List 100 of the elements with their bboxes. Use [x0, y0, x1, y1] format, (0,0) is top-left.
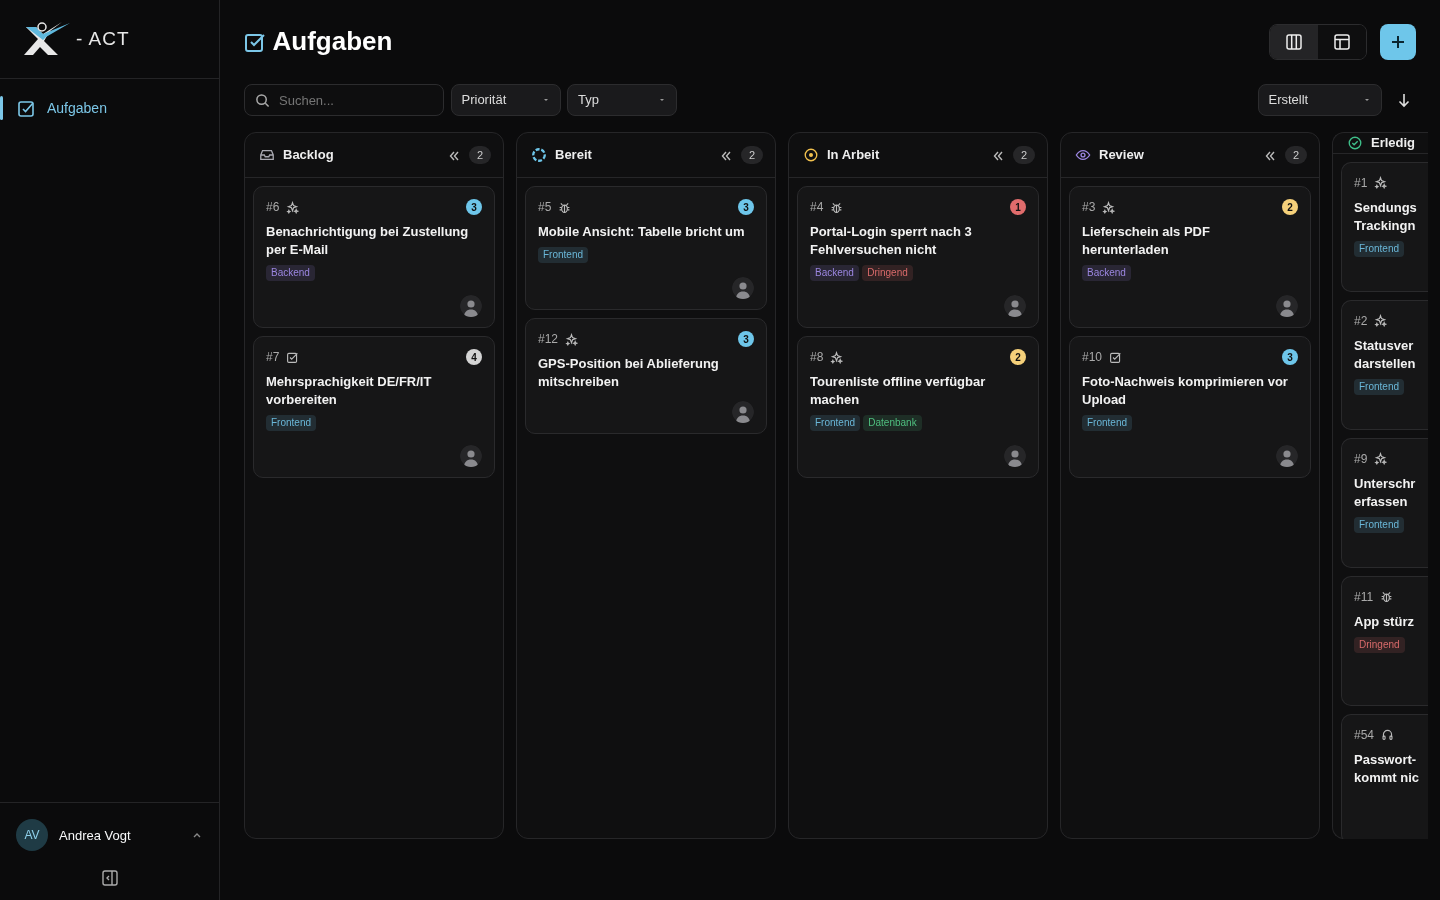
task-id: #9	[1354, 450, 1368, 468]
plus-icon	[1390, 34, 1406, 50]
bug-icon	[1379, 590, 1393, 603]
task-card[interactable]: #54 Passwort- kommt nic	[1341, 713, 1428, 839]
checkbox-icon	[285, 350, 299, 364]
tag-label: Frontend	[266, 415, 317, 431]
checkbox-icon	[1108, 350, 1122, 364]
bug-icon	[829, 200, 843, 214]
task-id: #1	[1354, 174, 1368, 192]
task-card[interactable]: #9 Unterschr erfassen Frontend	[1341, 437, 1428, 568]
tag-label: Backend	[266, 265, 315, 281]
task-title: App stürz	[1354, 612, 1415, 631]
tag-label: Frontend	[810, 415, 861, 431]
avatar-icon	[1276, 295, 1298, 317]
task-title: Passwort- kommt nic	[1354, 750, 1420, 787]
task-card[interactable]: #12 3 GPS-Position bei Ablieferung mitschreiben	[525, 318, 767, 434]
nav-item[interactable]: Aufgaben	[0, 93, 219, 123]
task-title: Benachrichtigung bei Zustellung per E-Mail	[266, 223, 470, 259]
priority-badge: 3	[1282, 349, 1298, 365]
task-title: Mobile Ansicht: Tabelle bricht um	[538, 223, 746, 241]
sparkle-icon	[829, 350, 843, 364]
column-title: Backlog	[283, 146, 334, 165]
task-card[interactable]: #6 3 Benachrichtigung bei Zustellung per E-Mail Backend	[253, 186, 495, 328]
task-card[interactable]: #11 App stürz Dringend	[1341, 575, 1428, 706]
task-icon	[17, 99, 35, 117]
task-id: #7	[266, 349, 280, 366]
avatar-icon	[460, 445, 482, 467]
sort-direction-icon[interactable]	[1396, 92, 1412, 108]
columns-icon	[1285, 33, 1303, 51]
avatar-icon	[732, 401, 754, 423]
tag-label: Dringend	[1354, 636, 1405, 653]
task-card[interactable]: #8 2 Tourenliste offline verfügbar machen Frontend Datenbank	[797, 336, 1039, 478]
task-title: Lieferschein als PDF herunterladen	[1082, 223, 1211, 259]
tag-label: Dringend	[862, 265, 913, 281]
add-button[interactable]	[1380, 24, 1416, 60]
priority-badge: 1	[1010, 199, 1026, 215]
task-id: #3	[1082, 199, 1096, 216]
tag-label: Backend	[810, 265, 859, 281]
collapse-sidebar-button[interactable]	[100, 867, 119, 887]
page-title: Aufgaben	[272, 26, 393, 58]
sparkle-icon	[1373, 314, 1387, 327]
task-id: #2	[1354, 312, 1368, 330]
task-id: #10	[1082, 349, 1103, 366]
filter-dropdown[interactable]: Priorität	[450, 84, 561, 116]
avatar-icon	[1004, 295, 1026, 317]
tag-label: Backend	[1082, 265, 1131, 281]
layout-icon	[1333, 33, 1351, 51]
priority-badge: 4	[466, 349, 482, 365]
user-avatar: AV	[16, 819, 48, 852]
column-title: Bereit	[555, 146, 592, 165]
task-id: #6	[266, 199, 280, 216]
task-card[interactable]: #1 Sendungs Trackingn Frontend	[1341, 161, 1428, 292]
task-id: #12	[538, 331, 559, 348]
sparkle-icon	[285, 200, 299, 214]
task-card[interactable]: #4 1 Portal-Login sperrt nach 3 Fehlversuchen nicht Backend Dringend	[797, 186, 1039, 328]
task-title: GPS-Position bei Ablieferung mitschreiben	[538, 355, 720, 391]
task-card[interactable]: #3 2 Lieferschein als PDF herunterladen Backend	[1069, 186, 1311, 328]
task-id: #4	[810, 199, 824, 216]
priority-badge: 3	[738, 199, 754, 215]
caret-icon	[658, 96, 666, 104]
priority-badge: 2	[1282, 199, 1298, 215]
column-title: In Arbeit	[827, 146, 880, 165]
task-title: Portal-Login sperrt nach 3 Fehlversuchen nicht	[810, 223, 973, 259]
task-id: #54	[1354, 726, 1375, 744]
task-card[interactable]: #5 3 Mobile Ansicht: Tabelle bricht um Frontend	[525, 186, 767, 310]
task-title: Unterschr erfassen	[1354, 474, 1417, 511]
task-id: #11	[1354, 588, 1374, 606]
task-id: #5	[538, 199, 552, 216]
task-card[interactable]: #10 3 Foto-Nachweis komprimieren vor Upload Frontend	[1069, 336, 1311, 478]
task-title: Sendungs Trackingn	[1354, 198, 1418, 235]
task-title: Tourenliste offline verfügbar machen	[810, 373, 987, 409]
task-title: Foto-Nachweis komprimieren vor Upload	[1082, 373, 1289, 409]
count-badge: 2	[1285, 146, 1307, 164]
column-title: Review	[1099, 146, 1144, 165]
tag-label: Frontend	[538, 247, 589, 263]
task-icon	[244, 31, 266, 53]
task-title: Mehrsprachigkeit DE/FR/IT vorbereiten	[266, 373, 433, 409]
column-title: Erledig	[1371, 134, 1416, 152]
count-badge: 2	[469, 146, 491, 164]
priority-badge: 2	[1010, 349, 1026, 365]
logo-text: - ACT	[76, 26, 130, 51]
tag-label: Frontend	[1354, 378, 1405, 395]
sparkle-icon	[1373, 452, 1387, 465]
avatar-icon	[1276, 445, 1298, 467]
headphones-icon	[1380, 728, 1394, 741]
sparkle-icon	[564, 332, 578, 346]
search-field[interactable]: Suchen...	[244, 84, 444, 116]
tag-label: Frontend	[1354, 240, 1405, 257]
sort-dropdown[interactable]: Erstellt	[1257, 84, 1382, 116]
priority-badge: 3	[738, 331, 754, 347]
user-name: Andrea Vogt	[59, 826, 131, 845]
filter-dropdown[interactable]: Typ	[567, 84, 677, 116]
tag-label: Frontend	[1354, 516, 1405, 533]
search-icon	[255, 93, 270, 108]
bug-icon	[557, 200, 571, 214]
sparkle-icon	[1373, 176, 1387, 189]
board-view-button[interactable]	[1270, 25, 1318, 59]
avatar-icon	[1004, 445, 1026, 467]
task-card[interactable]: #2 Statusver darstellen Frontend	[1341, 299, 1428, 430]
task-card[interactable]: #7 4 Mehrsprachigkeit DE/FR/IT vorbereiten Frontend	[253, 336, 495, 478]
